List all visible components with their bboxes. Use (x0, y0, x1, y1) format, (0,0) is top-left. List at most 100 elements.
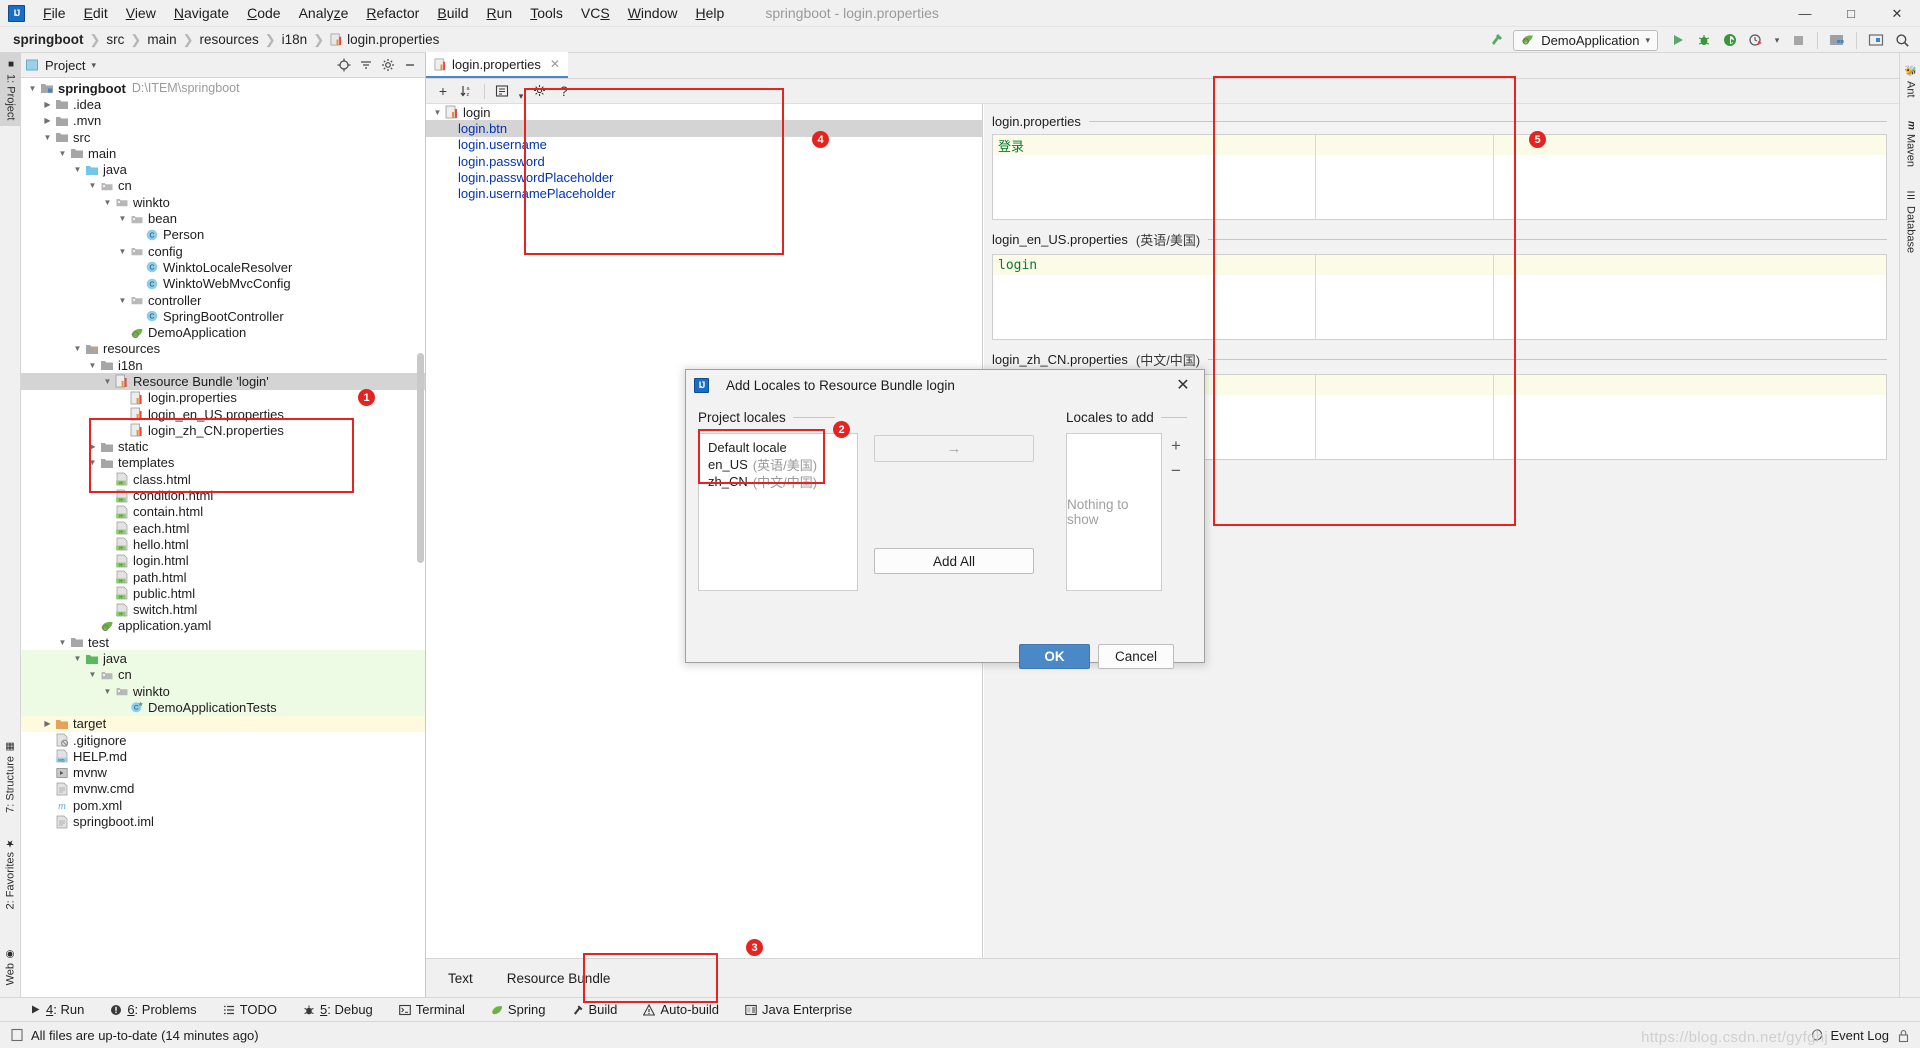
chevron-down-icon[interactable]: ▼ (102, 197, 113, 208)
tree-node-main[interactable]: ▼ main (21, 145, 425, 161)
remove-locale-button[interactable]: − (1171, 462, 1181, 479)
tree-node-condition-html[interactable]: Hcondition.html (21, 487, 425, 503)
locales-to-add-list[interactable]: Nothing to show (1066, 433, 1162, 591)
chevron-down-icon[interactable]: ▼ (117, 295, 128, 306)
tool-window-auto-build[interactable]: Auto-build (639, 1000, 723, 1019)
tool-window-problems[interactable]: 6: Problems (106, 1000, 200, 1019)
sidebar-item-web[interactable]: Web ◉ (0, 942, 21, 991)
chevron-down-icon[interactable]: ▾ (515, 81, 527, 102)
menu-code[interactable]: Code (238, 2, 289, 24)
debug-button[interactable] (1692, 29, 1716, 51)
breadcrumb-item-main[interactable]: main (144, 30, 179, 49)
tree-node-winkto[interactable]: ▼ winkto (21, 682, 425, 700)
tool-window-java-enterprise[interactable]: Java Enterprise (741, 1000, 856, 1019)
sidebar-item-favorites[interactable]: 2: Favorites ★ (0, 831, 21, 915)
chevron-right-icon[interactable]: ▶ (87, 441, 98, 452)
stop-button[interactable] (1786, 29, 1810, 51)
chevron-down-icon[interactable]: ▼ (42, 132, 53, 143)
tab-resource-bundle[interactable]: Resource Bundle (503, 968, 615, 989)
tree-node-switch-html[interactable]: Hswitch.html (21, 602, 425, 618)
chevron-down-icon[interactable]: ▼ (57, 637, 68, 648)
run-button[interactable] (1666, 29, 1690, 51)
tab-text[interactable]: Text (444, 968, 477, 989)
breadcrumb-item-resources[interactable]: resources (196, 30, 261, 49)
chevron-right-icon[interactable]: ▶ (42, 99, 53, 110)
menu-navigate[interactable]: Navigate (165, 2, 238, 24)
chevron-down-icon[interactable]: ▼ (432, 107, 443, 118)
tool-window-build[interactable]: Build (568, 1000, 622, 1019)
chevron-down-icon[interactable]: ▼ (72, 343, 83, 354)
menu-build[interactable]: Build (428, 2, 477, 24)
tree-node-resource-bundle-login[interactable]: ▼ Resource Bundle 'login' (21, 373, 425, 390)
chevron-down-icon[interactable]: ▼ (72, 164, 83, 175)
breadcrumb-item-i18n[interactable]: i18n (279, 30, 311, 49)
tree-node-hello-html[interactable]: Hhello.html (21, 536, 425, 552)
tree-node-cn[interactable]: ▼ cn (21, 178, 425, 194)
tree-node-templates[interactable]: ▼ templates (21, 455, 425, 471)
tree-node-src[interactable]: ▼ src (21, 129, 425, 145)
tree-node-person[interactable]: C Person (21, 227, 425, 243)
cancel-button[interactable]: Cancel (1098, 644, 1174, 669)
resource-key-login-password[interactable]: login.password (426, 153, 982, 169)
locale-option-zh-cn[interactable]: zh_CN (中文/中国) (699, 473, 857, 490)
tree-node-each-html[interactable]: Heach.html (21, 520, 425, 536)
tree-node-pom-xml[interactable]: m pom.xml (21, 797, 425, 813)
tree-node-winktolocaleresolver[interactable]: C WinktoLocaleResolver (21, 259, 425, 275)
tree-node-gitignore[interactable]: .gitignore (21, 732, 425, 748)
run-configuration-selector[interactable]: DemoApplication ▾ (1513, 29, 1658, 51)
menu-vcs[interactable]: VCS (572, 2, 619, 24)
gear-icon[interactable] (377, 55, 399, 76)
add-locale-button[interactable]: + (1171, 437, 1181, 454)
tree-node-resources[interactable]: ▼ resources (21, 341, 425, 357)
sidebar-item-maven[interactable]: m Maven (1900, 115, 1920, 173)
chevron-down-icon[interactable]: ▼ (117, 246, 128, 257)
menu-view[interactable]: View (117, 2, 165, 24)
tool-window-debug[interactable]: 5: Debug (299, 1000, 377, 1019)
menu-refactor[interactable]: Refactor (357, 2, 428, 24)
chevron-down-icon[interactable]: ▼ (57, 148, 68, 159)
tree-node-springboot[interactable]: ▼ springboot D:\ITEM\springboot (21, 80, 425, 96)
chevron-right-icon[interactable]: ▶ (42, 115, 53, 126)
tree-node-application-yaml[interactable]: application.yaml (21, 618, 425, 634)
minimize-button[interactable]: — (1782, 0, 1828, 27)
tree-node-i18n[interactable]: ▼ i18n (21, 357, 425, 373)
tab-login-properties[interactable]: login.properties ✕ (426, 52, 568, 78)
add-all-button[interactable]: Add All (874, 548, 1034, 574)
tree-node-demoapplicationtests[interactable]: C DemoApplicationTests (21, 699, 425, 716)
tree-node-contain-html[interactable]: Hcontain.html (21, 504, 425, 520)
help-button[interactable]: ? (553, 81, 575, 102)
collapse-all-button[interactable] (355, 55, 377, 76)
tree-node-test[interactable]: ▼ test (21, 634, 425, 650)
tree-node-login-zh-cn-properties[interactable]: login_zh_CN.properties (21, 422, 425, 438)
breadcrumb-item-file[interactable]: login.properties (327, 30, 442, 49)
breadcrumb-item-src[interactable]: src (103, 30, 127, 49)
profile-dropdown-icon[interactable]: ▾ (1770, 29, 1784, 51)
chevron-down-icon[interactable]: ▼ (72, 653, 83, 664)
tree-node-class-html[interactable]: Hclass.html (21, 471, 425, 487)
tree-node-mvnw[interactable]: mvnw (21, 764, 425, 780)
group-keys-button[interactable] (491, 81, 513, 102)
tree-node-help-md[interactable]: MD HELP.md (21, 748, 425, 764)
resource-key-login-passwordPlaceholder[interactable]: login.passwordPlaceholder (426, 169, 982, 185)
lock-icon[interactable] (1897, 1029, 1910, 1043)
tree-node-springboot-iml[interactable]: springboot.iml (21, 813, 425, 829)
sort-icon[interactable]: az (456, 81, 478, 102)
keys-root-node[interactable]: ▼ login (426, 104, 982, 120)
resource-key-login-username[interactable]: login.username (426, 137, 982, 153)
menu-tools[interactable]: Tools (521, 2, 572, 24)
tree-node-path-html[interactable]: Hpath.html (21, 569, 425, 585)
tree-node-bean[interactable]: ▼ bean (21, 210, 425, 226)
menu-window[interactable]: Window (619, 2, 687, 24)
tree-node-mvn[interactable]: ▶ .mvn (21, 113, 425, 129)
ok-button[interactable]: OK (1019, 644, 1090, 669)
menu-analyze[interactable]: Analyze (290, 2, 358, 24)
tree-node-mvnw-cmd[interactable]: mvnw.cmd (21, 781, 425, 797)
breadcrumb-item-project[interactable]: springboot (10, 30, 87, 49)
menu-edit[interactable]: Edit (75, 2, 117, 24)
run-with-coverage-button[interactable] (1718, 29, 1742, 51)
sidebar-item-structure[interactable]: 7: Structure ▦ (0, 735, 21, 819)
move-right-button[interactable]: → (874, 435, 1034, 462)
tree-node-cn[interactable]: ▼ cn (21, 666, 425, 683)
sidebar-item-project[interactable]: ■ 1: Project (0, 53, 21, 127)
close-button[interactable]: ✕ (1874, 0, 1920, 27)
